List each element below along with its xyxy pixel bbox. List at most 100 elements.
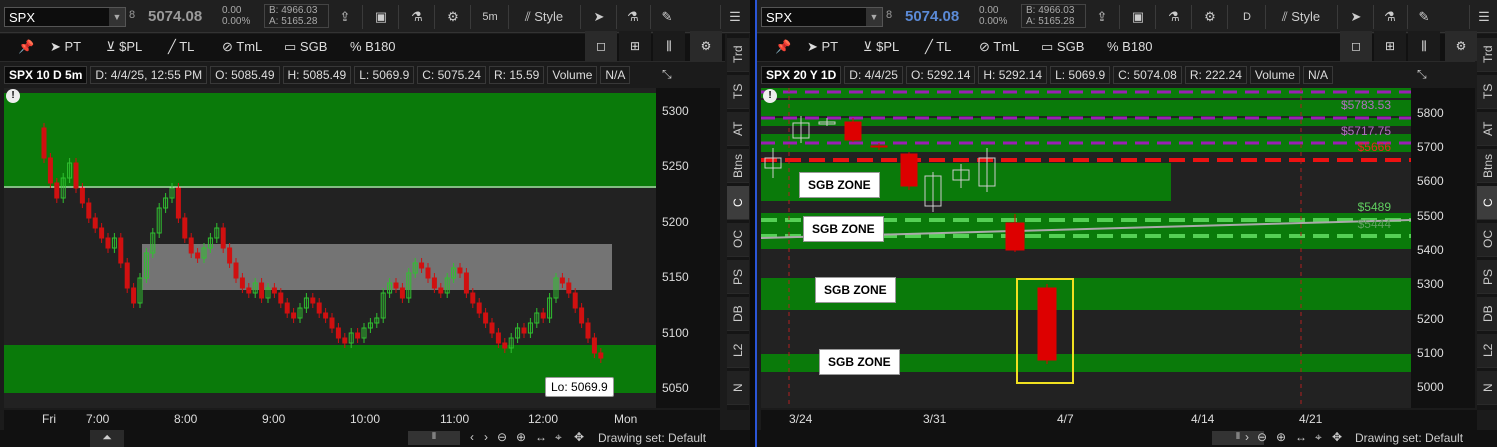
zoom-out-icon[interactable]: ⊖ (1257, 430, 1267, 444)
collapse-icon[interactable]: ⤡ (662, 67, 672, 82)
menu-icon[interactable]: ☰ (1475, 7, 1493, 27)
flask-icon[interactable]: ⚗ (408, 7, 426, 27)
side-tab-btns[interactable]: Btns (1477, 149, 1497, 183)
flask-icon[interactable]: ⚗ (1381, 7, 1399, 27)
link-icon[interactable]: 8 (886, 9, 892, 21)
symbol-input[interactable]: SPX ▼ (761, 7, 883, 27)
b180-tool[interactable]: % B180 (350, 39, 396, 54)
zoom-in-icon[interactable]: ⊕ (1276, 430, 1286, 444)
chart-title[interactable]: SPX 20 Y 1D (761, 66, 842, 84)
y-axis[interactable]: 5800 5700 5600 5500 5400 5300 5200 5100 … (1411, 88, 1475, 408)
scroll-right-icon[interactable]: › (1245, 430, 1249, 444)
columns-icon[interactable]: ⫼ (653, 31, 685, 61)
chart-title[interactable]: SPX 10 D 5m (4, 66, 88, 84)
tml-tool[interactable]: ⊘ TmL (222, 39, 262, 55)
side-tab-ts[interactable]: TS (1477, 75, 1497, 109)
arrows-icon[interactable]: ✥ (574, 430, 584, 444)
scroll-right-icon[interactable]: › (484, 430, 488, 444)
pt-tool[interactable]: ➤ PT (807, 39, 838, 55)
flask-icon[interactable]: ⚗ (1165, 7, 1183, 27)
sgb-tool[interactable]: ▭ SGB (284, 39, 327, 55)
grid-layout-icon[interactable]: ⊞ (1374, 31, 1406, 61)
cursor-icon[interactable]: ➤ (590, 7, 608, 27)
grid-layout-icon[interactable]: ⊞ (619, 31, 651, 61)
cursor-icon[interactable]: ➤ (1347, 7, 1365, 27)
style-button[interactable]: ⫽ Style (516, 7, 572, 27)
alert-icon[interactable]: ▣ (1129, 7, 1147, 27)
side-tab-ts[interactable]: TS (727, 75, 749, 109)
scroll-left-icon[interactable]: ‹ (470, 430, 474, 444)
y-axis[interactable]: 5300 5250 5200 5150 5100 5050 (656, 88, 720, 408)
alert-icon[interactable]: ▣ (372, 7, 390, 27)
single-layout-icon[interactable]: ◻ (585, 31, 617, 61)
side-tab-db[interactable]: DB (727, 297, 749, 331)
candle-body (591, 337, 597, 354)
zoom-in-icon[interactable]: ⊕ (516, 430, 526, 444)
side-tab-n[interactable]: N (1477, 371, 1497, 405)
chevron-down-icon[interactable]: ▼ (109, 8, 125, 26)
link-icon[interactable]: 8 (129, 9, 135, 21)
pin-icon[interactable]: 📌 (18, 39, 34, 55)
side-tab-c[interactable]: C (1477, 186, 1497, 220)
pencil-icon[interactable]: ✎ (1415, 7, 1433, 27)
crosshair-icon[interactable]: ⌖ (555, 430, 562, 445)
b180-tool[interactable]: % B180 (1107, 39, 1153, 54)
flask-icon[interactable]: ⚗ (624, 7, 642, 27)
side-tab-c[interactable]: C (727, 186, 749, 220)
price-chart[interactable] (4, 88, 656, 408)
timeframe-button[interactable]: 5m (478, 7, 502, 27)
side-tab-at[interactable]: AT (1477, 112, 1497, 146)
crosshair-icon[interactable]: ⌖ (1315, 430, 1322, 445)
tl-tool[interactable]: ╱ TL (168, 39, 194, 55)
spl-tool[interactable]: ⊻ $PL (106, 39, 142, 55)
spl-tool[interactable]: ⊻ $PL (863, 39, 899, 55)
zoom-out-icon[interactable]: ⊖ (497, 430, 507, 444)
tml-tool[interactable]: ⊘ TmL (979, 39, 1019, 55)
header-high: H: 5085.49 (282, 66, 352, 84)
symbol-input[interactable]: SPX ▼ (4, 7, 126, 27)
gear-icon[interactable]: ⚙ (1201, 7, 1219, 27)
side-tab-n[interactable]: N (727, 371, 749, 405)
side-tab-l2[interactable]: L2 (727, 334, 749, 368)
pan-icon[interactable]: ↔ (535, 430, 547, 444)
arrows-icon[interactable]: ✥ (1332, 430, 1342, 444)
pt-tool[interactable]: ➤ PT (50, 39, 81, 55)
scrollbar-thumb[interactable]: ⦀ (408, 431, 460, 445)
tl-tool[interactable]: ╱ TL (925, 39, 951, 55)
side-tab-oc[interactable]: OC (727, 223, 749, 257)
side-tab-ps[interactable]: PS (1477, 260, 1497, 294)
pin-icon[interactable]: 📌 (775, 39, 791, 55)
x-axis[interactable]: 3/24 3/31 4/7 4/14 4/21 (761, 410, 1477, 430)
header-close: C: 5074.08 (1113, 66, 1182, 84)
style-button[interactable]: ⫽ Style (1273, 7, 1329, 27)
pan-icon[interactable]: ↔ (1295, 430, 1307, 444)
drawing-set[interactable]: Drawing set: Default (1355, 431, 1463, 445)
side-tab-trd[interactable]: Trd (727, 38, 749, 72)
gear-icon[interactable]: ⚙ (444, 7, 462, 27)
timeframe-button[interactable]: D (1235, 7, 1259, 27)
side-tab-oc[interactable]: OC (1477, 223, 1497, 257)
gear-icon[interactable]: ⚙ (1445, 31, 1477, 61)
x-axis[interactable]: Fri 7:00 8:00 9:00 10:00 11:00 12:00 Mon (4, 410, 720, 430)
info-icon[interactable]: ! (763, 89, 777, 103)
single-layout-icon[interactable]: ◻ (1340, 31, 1372, 61)
sgb-tool[interactable]: ▭ SGB (1041, 39, 1084, 55)
share-icon[interactable]: ⇪ (336, 7, 354, 27)
share-icon[interactable]: ⇪ (1093, 7, 1111, 27)
drawing-set[interactable]: Drawing set: Default (598, 431, 706, 445)
collapse-icon[interactable]: ⤡ (1417, 67, 1427, 82)
side-tab-at[interactable]: AT (727, 112, 749, 146)
side-tab-l2[interactable]: L2 (1477, 334, 1497, 368)
expand-up-icon[interactable]: ⏶ (90, 430, 124, 447)
pencil-icon[interactable]: ✎ (658, 7, 676, 27)
side-tab-ps[interactable]: PS (727, 260, 749, 294)
side-tab-btns[interactable]: Btns (727, 149, 749, 183)
side-tab-db[interactable]: DB (1477, 297, 1497, 331)
side-tab-trd[interactable]: Trd (1477, 38, 1497, 72)
menu-icon[interactable]: ☰ (726, 7, 744, 27)
chevron-down-icon[interactable]: ▼ (866, 8, 882, 26)
gear-icon[interactable]: ⚙ (690, 31, 722, 61)
columns-icon[interactable]: ⫼ (1408, 31, 1440, 61)
info-icon[interactable]: ! (6, 89, 20, 103)
chart-pane-left: SPX ▼ 8 5074.08 0.00 0.00% B: 4966.03 A: 51… (0, 0, 750, 447)
